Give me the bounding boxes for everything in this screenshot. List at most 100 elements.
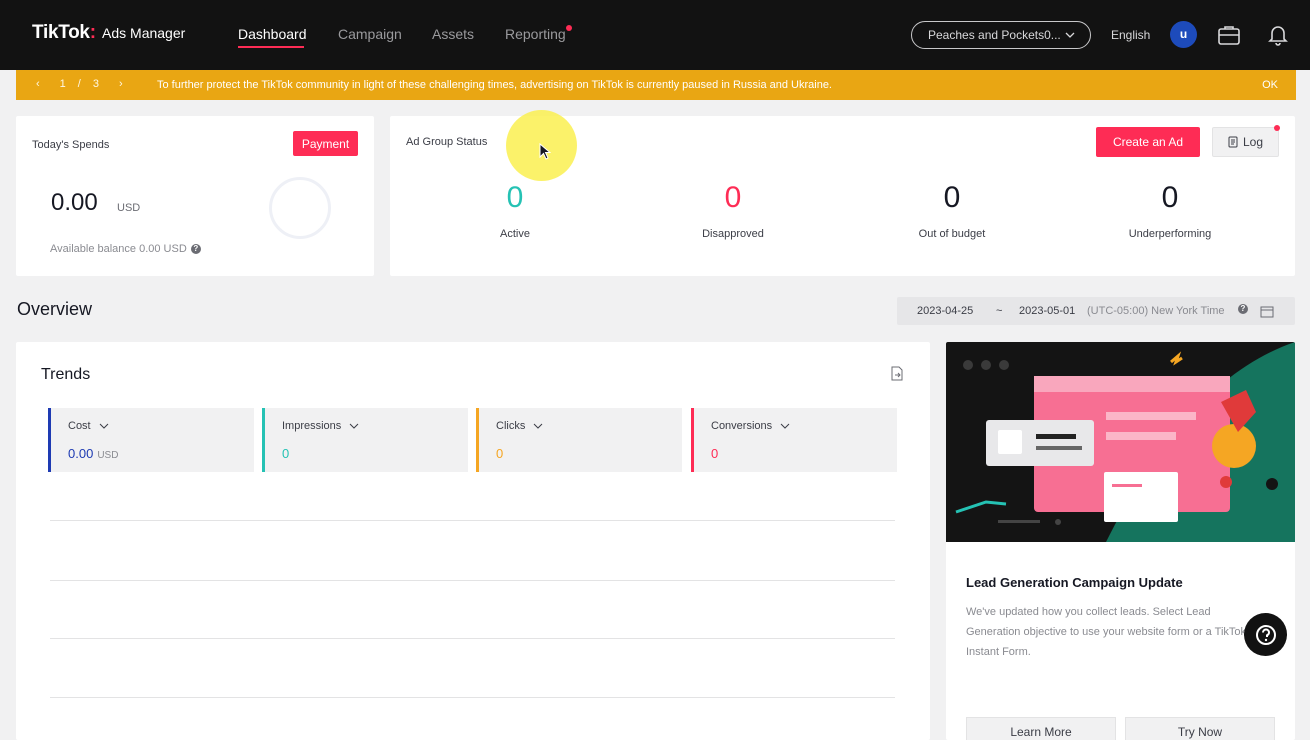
stat-disapproved-value: 0	[724, 181, 742, 214]
mouse-pointer-icon	[539, 143, 551, 160]
metric-impressions-label: Impressions	[282, 420, 342, 432]
date-end: 2023-05-01	[1019, 305, 1076, 317]
metric-impressions[interactable]: Impressions 0	[262, 408, 468, 472]
banner-page-sep: /	[77, 78, 81, 90]
metric-clicks-name: Clicks	[496, 420, 543, 432]
banner-pager: ‹ 1 / 3 ›	[36, 78, 123, 90]
stat-disapproved-label: Disapproved	[702, 228, 764, 240]
question-icon	[1255, 624, 1276, 645]
banner-prev-icon[interactable]: ‹	[36, 78, 40, 90]
metric-cost-unit: USD	[97, 450, 119, 461]
logo-dot: :	[89, 22, 97, 43]
metric-clicks[interactable]: Clicks 0	[476, 408, 682, 472]
payment-button[interactable]: Payment	[293, 131, 358, 156]
nav-campaign[interactable]: Campaign	[338, 26, 402, 42]
stat-underperforming[interactable]: 0 Underperforming	[1100, 180, 1240, 240]
nav-assets[interactable]: Assets	[432, 26, 474, 42]
promo-title: Lead Generation Campaign Update	[966, 575, 1183, 590]
chevron-down-icon	[533, 423, 543, 429]
stat-active-label: Active	[500, 228, 530, 240]
calendar-icon[interactable]	[1260, 305, 1274, 318]
tiktok-logo[interactable]: TikTok : Ads Manager	[32, 22, 185, 44]
stat-out-of-budget-label: Out of budget	[918, 228, 986, 240]
learn-more-button[interactable]: Learn More	[966, 717, 1116, 740]
metric-cost-value-row: 0.00 USD	[68, 446, 118, 461]
metric-impressions-name: Impressions	[282, 420, 359, 432]
stat-active-value: 0	[506, 181, 524, 214]
chart-gridline	[50, 638, 895, 639]
trends-card: Trends Cost 0.00 USD Impressions 0 Clicks…	[16, 342, 930, 740]
metric-conversions[interactable]: Conversions 0	[691, 408, 897, 472]
ad-group-title: Ad Group Status	[406, 136, 488, 148]
nav-dashboard[interactable]: Dashboard	[238, 26, 307, 42]
export-icon[interactable]	[890, 366, 904, 381]
account-selector[interactable]: Peaches and Pockets0...	[911, 21, 1091, 49]
stat-disapproved[interactable]: 0 Disapproved	[663, 180, 803, 240]
metric-cost-label: Cost	[68, 420, 91, 432]
metric-impressions-value: 0	[282, 446, 290, 461]
lead-generation-illustration	[946, 342, 1295, 542]
todays-spends-card: Today's Spends Payment 0.00 USD Availabl…	[16, 116, 374, 276]
log-notification-dot	[1274, 125, 1280, 131]
chevron-down-icon	[1065, 32, 1075, 38]
banner-page-current: 1	[59, 78, 66, 90]
spend-donut-chart	[269, 177, 331, 239]
timezone: (UTC-05:00) New York Time	[1087, 305, 1225, 317]
stat-out-of-budget[interactable]: 0 Out of budget	[882, 180, 1022, 240]
create-ad-button[interactable]: Create an Ad	[1096, 127, 1200, 157]
date-range-picker[interactable]: 2023-04-25 ~ 2023-05-01 (UTC-05:00) New …	[897, 297, 1295, 325]
try-now-button[interactable]: Try Now	[1125, 717, 1275, 740]
date-start: 2023-04-25	[917, 305, 974, 317]
stat-out-of-budget-value: 0	[943, 181, 961, 214]
overview-title: Overview	[17, 299, 93, 319]
metric-clicks-label: Clicks	[496, 420, 526, 432]
spend-amount: 0.00	[51, 189, 98, 216]
chevron-down-icon	[99, 423, 108, 429]
top-nav: TikTok : Ads Manager Dashboard Campaign …	[0, 0, 1310, 70]
banner-next-icon[interactable]: ›	[119, 78, 123, 90]
trends-title: Trends	[41, 366, 91, 383]
date-separator: ~	[996, 305, 1003, 317]
avatar[interactable]: u	[1170, 21, 1197, 48]
briefcase-icon[interactable]	[1217, 24, 1241, 46]
chart-gridline	[50, 697, 895, 698]
logo-brand: TikTok	[32, 22, 90, 43]
balance-text: Available balance 0.00 USD	[50, 243, 187, 255]
account-name: Peaches and Pockets0...	[928, 28, 1061, 42]
announcement-banner: ‹ 1 / 3 › To further protect the TikTok …	[16, 70, 1296, 100]
logo-product: Ads Manager	[102, 25, 186, 41]
log-label: Log	[1242, 135, 1264, 149]
help-circle-icon[interactable]: ?	[190, 244, 201, 254]
banner-message: To further protect the TikTok community …	[157, 79, 832, 91]
metric-conversions-name: Conversions	[711, 420, 790, 432]
log-button[interactable]: Log	[1212, 127, 1279, 157]
banner-page-total: 3	[92, 78, 99, 90]
metric-conversions-value: 0	[711, 446, 719, 461]
help-button[interactable]	[1244, 613, 1287, 656]
metric-conversions-label: Conversions	[711, 420, 773, 432]
promo-card: Lead Generation Campaign Update We've up…	[946, 342, 1295, 740]
chart-gridline	[50, 520, 895, 521]
stat-active[interactable]: 0 Active	[445, 180, 585, 240]
help-circle-icon[interactable]: ?	[1238, 304, 1248, 314]
nav-reporting[interactable]: Reporting	[505, 26, 566, 42]
available-balance: Available balance 0.00 USD ?	[50, 243, 201, 255]
metric-cost-name: Cost	[68, 420, 109, 432]
metric-cost-value: 0.00	[68, 446, 94, 461]
stat-underperforming-value: 0	[1161, 181, 1179, 214]
bell-icon[interactable]	[1268, 24, 1288, 46]
chart-gridline	[50, 580, 895, 581]
spends-title: Today's Spends	[32, 139, 110, 151]
reporting-notification-dot	[566, 25, 572, 31]
metric-cost[interactable]: Cost 0.00 USD	[48, 408, 254, 472]
chevron-down-icon	[780, 423, 790, 429]
promo-description: We've updated how you collect leads. Sel…	[966, 606, 1247, 658]
chevron-down-icon	[349, 423, 359, 429]
banner-ok-button[interactable]: OK	[1262, 79, 1278, 91]
spend-currency: USD	[117, 202, 141, 214]
document-icon	[1228, 136, 1238, 148]
nav-active-indicator	[238, 46, 304, 48]
stat-underperforming-label: Underperforming	[1128, 228, 1212, 240]
language-selector[interactable]: English	[1111, 28, 1150, 42]
metric-clicks-value: 0	[496, 446, 504, 461]
